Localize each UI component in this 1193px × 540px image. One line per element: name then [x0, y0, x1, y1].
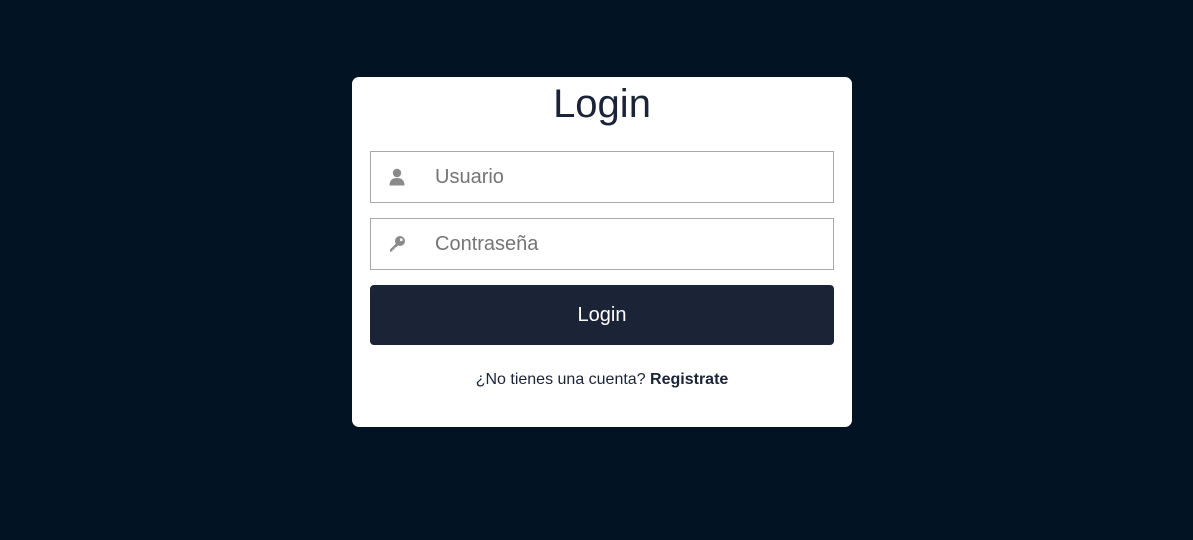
register-link[interactable]: Registrate [650, 371, 728, 388]
password-field[interactable] [370, 218, 834, 270]
username-input[interactable] [435, 152, 825, 202]
key-icon [388, 235, 406, 253]
login-page: Login Login ¿No tienes una c [0, 0, 1193, 540]
login-title: Login [553, 82, 651, 126]
signup-prompt-text: ¿No tienes una cuenta? [475, 371, 646, 388]
username-field[interactable] [370, 151, 834, 203]
password-input[interactable] [435, 219, 825, 269]
user-icon [388, 168, 406, 186]
login-button[interactable]: Login [370, 285, 834, 345]
login-card: Login Login ¿No tienes una c [352, 77, 852, 427]
signup-prompt: ¿No tienes una cuenta? Registrate [352, 371, 852, 389]
